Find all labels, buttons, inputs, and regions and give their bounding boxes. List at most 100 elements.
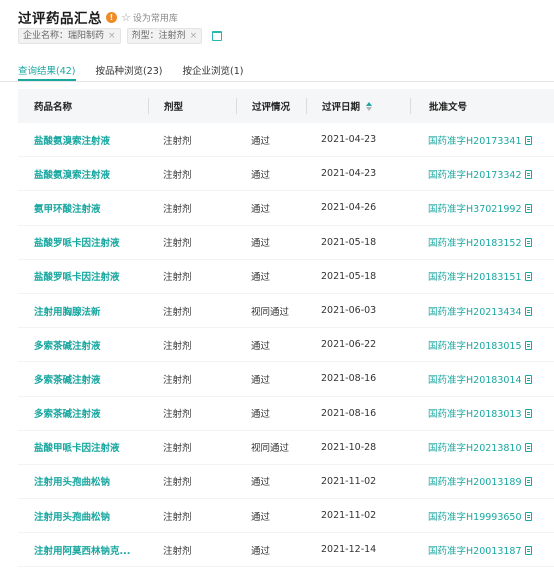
approval-cell: 国药准字H20183014 [410, 372, 554, 386]
table-row: 盐酸罗哌卡因注射液 注射剂 通过 2021-05-18 国药准字H20183151 [18, 260, 554, 294]
approval-cell: 国药准字H20183015 [410, 338, 554, 352]
document-icon[interactable] [524, 306, 532, 316]
approval-number-link[interactable]: 国药准字H37021992 [428, 204, 522, 215]
approval-number-link[interactable]: 国药准字H20183015 [428, 341, 522, 352]
set-favorite-link[interactable]: 设为常用库 [133, 11, 178, 24]
approval-number-link[interactable]: 国药准字H20183013 [428, 409, 522, 420]
star-icon[interactable]: ☆ [121, 12, 131, 23]
approval-number-link[interactable]: 国药准字H20213810 [428, 443, 522, 454]
page-title: 过评药品汇总 [18, 11, 102, 27]
approval-cell: 国药准字H20173342 [410, 167, 554, 181]
form-cell: 注射剂 [163, 238, 192, 250]
close-icon[interactable]: × [108, 29, 116, 43]
document-icon[interactable] [524, 135, 532, 145]
form-cell: 注射剂 [163, 203, 192, 215]
status-cell: 通过 [251, 272, 271, 284]
approval-number-link[interactable]: 国药准字H20183014 [428, 375, 522, 386]
tab-browse-by-company[interactable]: 按企业浏览(1) [183, 63, 244, 79]
column-header-date[interactable]: 过评日期 [306, 98, 410, 114]
clear-filters-icon[interactable] [212, 31, 223, 41]
form-cell: 注射剂 [163, 443, 192, 455]
drug-name-link[interactable]: 多索茶碱注射液 [34, 341, 101, 352]
approval-number-link[interactable]: 国药准字H20013187 [428, 546, 522, 557]
approval-cell: 国药准字H20213434 [410, 304, 554, 318]
drug-name-link[interactable]: 多索茶碱注射液 [34, 409, 101, 420]
document-icon[interactable] [524, 169, 532, 179]
drug-name-link[interactable]: 注射用胸腺法新 [34, 307, 101, 318]
drug-name-link[interactable]: 氨甲环酸注射液 [34, 204, 101, 215]
form-cell: 注射剂 [163, 306, 192, 318]
date-cell: 2021-05-18 [321, 236, 377, 248]
date-cell: 2021-04-26 [321, 202, 377, 214]
info-icon[interactable]: ! [106, 11, 117, 23]
drug-name-link[interactable]: 注射用头孢曲松钠 [34, 477, 110, 488]
approval-number-link[interactable]: 国药准字H20173341 [428, 136, 522, 147]
filter-tag-label: 剂型：注射剂 [131, 31, 186, 41]
approval-cell: 国药准字H20183152 [410, 235, 554, 249]
date-cell: 2021-04-23 [321, 134, 377, 146]
approval-number-link[interactable]: 国药准字H20213434 [428, 307, 522, 318]
document-icon[interactable] [524, 203, 532, 213]
table-row: 注射用头孢曲松钠 注射剂 通过 2021-11-02 国药准字H19993650 [18, 499, 554, 534]
drug-name-cell: 多索茶碱注射液 [18, 338, 148, 352]
form-cell: 注射剂 [163, 409, 192, 421]
drug-name-link[interactable]: 多索茶碱注射液 [34, 375, 101, 386]
form-cell: 注射剂 [163, 511, 192, 523]
date-cell: 2021-05-18 [321, 270, 377, 282]
date-cell: 2021-12-14 [321, 544, 377, 556]
status-cell: 通过 [251, 374, 271, 386]
form-cell: 注射剂 [163, 272, 192, 284]
approval-number-link[interactable]: 国药准字H20013189 [428, 477, 522, 488]
document-icon[interactable] [524, 545, 532, 555]
table-row: 氨甲环酸注射液 注射剂 通过 2021-04-26 国药准字H37021992 [18, 191, 554, 226]
column-header-form: 剂型 [148, 98, 236, 114]
drug-name-link[interactable]: 盐酸氨溴索注射液 [34, 170, 110, 181]
status-cell: 通过 [251, 238, 271, 250]
document-icon[interactable] [524, 409, 532, 419]
table-row: 注射用胸腺法新 注射剂 视同通过 2021-06-03 国药准字H20213434 [18, 294, 554, 329]
form-cell: 注射剂 [163, 374, 192, 386]
approval-cell: 国药准字H20013187 [410, 543, 554, 557]
document-icon[interactable] [524, 477, 532, 487]
drug-name-link[interactable]: 注射用阿莫西林钠克... [34, 546, 130, 557]
approval-number-link[interactable]: 国药准字H19993650 [428, 512, 522, 523]
results-table: 药品名称 剂型 过评情况 过评日期 批准文号 盐酸氨溴索注射液 注射剂 通过 2021… [18, 89, 554, 568]
approval-cell: 国药准字H20173341 [410, 133, 554, 147]
column-header-date-label: 过评日期 [322, 102, 361, 113]
tab-browse-by-variety[interactable]: 按品种浏览(23) [96, 63, 163, 79]
sort-icon[interactable] [366, 101, 373, 111]
drug-name-cell: 氨甲环酸注射液 [18, 201, 148, 215]
status-cell: 通过 [251, 511, 271, 523]
document-icon[interactable] [524, 238, 532, 248]
tabs-divider [0, 81, 554, 82]
filter-tag-form: 剂型：注射剂 × [126, 28, 203, 44]
table-row: 盐酸罗哌卡因注射液 注射剂 通过 2021-05-18 国药准字H20183152 [18, 226, 554, 260]
drug-name-link[interactable]: 注射用头孢曲松钠 [34, 512, 110, 523]
document-icon[interactable] [524, 443, 532, 453]
close-icon[interactable]: × [190, 29, 198, 43]
approval-cell: 国药准字H20213810 [410, 440, 554, 454]
form-cell: 注射剂 [163, 340, 192, 352]
tab-query-results[interactable]: 查询结果(42) [18, 63, 76, 81]
form-cell: 注射剂 [163, 169, 192, 181]
approval-number-link[interactable]: 国药准字H20173342 [428, 170, 522, 181]
date-cell: 2021-04-23 [321, 168, 377, 180]
drug-name-link[interactable]: 盐酸罗哌卡因注射液 [34, 238, 120, 249]
table-row: 多索茶碱注射液 注射剂 通过 2021-08-16 国药准字H20183014 [18, 362, 554, 397]
filter-bar: 企业名称：瑞阳制药 × 剂型：注射剂 × [18, 28, 223, 44]
drug-name-link[interactable]: 盐酸氨溴索注射液 [34, 136, 110, 147]
document-icon[interactable] [524, 374, 532, 384]
drug-name-link[interactable]: 盐酸罗哌卡因注射液 [34, 272, 120, 283]
drug-name-cell: 注射用头孢曲松钠 [18, 474, 148, 488]
document-icon[interactable] [524, 511, 532, 521]
approval-number-link[interactable]: 国药准字H20183152 [428, 238, 522, 249]
table-row: 盐酸甲哌卡因注射液 注射剂 视同通过 2021-10-28 国药准字H20213810 [18, 431, 554, 465]
drug-name-cell: 盐酸氨溴索注射液 [18, 133, 148, 147]
document-icon[interactable] [524, 340, 532, 350]
result-tabs: 查询结果(42) 按品种浏览(23) 按企业浏览(1) [18, 63, 264, 81]
date-cell: 2021-10-28 [321, 441, 377, 453]
approval-number-link[interactable]: 国药准字H20183151 [428, 272, 522, 283]
status-cell: 通过 [251, 169, 271, 181]
document-icon[interactable] [524, 272, 532, 282]
drug-name-link[interactable]: 盐酸甲哌卡因注射液 [34, 443, 120, 454]
